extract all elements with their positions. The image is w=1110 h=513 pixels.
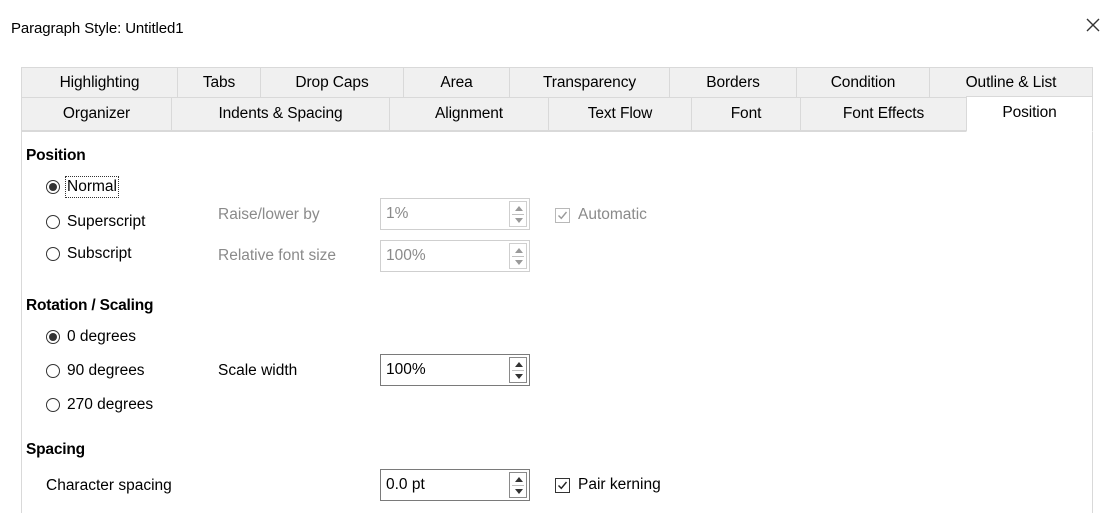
radio-0-degrees-label: 0 degrees <box>67 328 136 345</box>
checkbox-icon <box>555 207 570 223</box>
tab-condition[interactable]: Condition <box>796 67 930 98</box>
tab-alignment[interactable]: Alignment <box>389 97 549 131</box>
radio-icon <box>46 215 60 229</box>
character-spacing-label: Character spacing <box>46 477 172 494</box>
radio-0-degrees[interactable]: 0 degrees <box>46 328 136 346</box>
tab-indents-spacing[interactable]: Indents & Spacing <box>171 97 390 131</box>
radio-icon <box>46 330 60 344</box>
raise-lower-spin[interactable]: 1% <box>380 198 530 230</box>
title-bar: Paragraph Style: Untitled1 <box>0 0 1110 62</box>
relative-font-size-value: 100% <box>386 247 426 264</box>
tab-organizer[interactable]: Organizer <box>21 97 172 131</box>
radio-270-degrees[interactable]: 270 degrees <box>46 396 153 414</box>
character-spacing-value: 0.0 pt <box>386 476 425 493</box>
radio-icon <box>46 364 60 378</box>
relative-font-size-label: Relative font size <box>218 247 337 264</box>
radio-icon <box>46 398 60 412</box>
spin-arrows-icon[interactable] <box>509 243 527 269</box>
tab-tabs[interactable]: Tabs <box>177 67 261 98</box>
tab-panel <box>21 131 1093 513</box>
spin-arrows-icon[interactable] <box>509 472 527 498</box>
raise-lower-label: Raise/lower by <box>218 206 320 223</box>
spacing-heading: Spacing <box>26 441 85 458</box>
tab-text-flow[interactable]: Text Flow <box>548 97 692 131</box>
position-heading: Position <box>26 147 86 164</box>
tab-font[interactable]: Font <box>691 97 801 131</box>
radio-superscript[interactable]: Superscript <box>46 213 145 231</box>
radio-90-degrees[interactable]: 90 degrees <box>46 362 145 380</box>
spin-arrows-icon[interactable] <box>509 201 527 227</box>
automatic-checkbox[interactable]: Automatic <box>555 206 647 224</box>
pair-kerning-checkbox[interactable]: Pair kerning <box>555 476 661 494</box>
radio-subscript[interactable]: Subscript <box>46 245 132 263</box>
scale-width-spin[interactable]: 100% <box>380 354 530 386</box>
radio-subscript-label: Subscript <box>67 245 132 262</box>
spin-arrows-icon[interactable] <box>509 357 527 383</box>
radio-icon <box>46 180 60 194</box>
character-spacing-spin[interactable]: 0.0 pt <box>380 469 530 501</box>
tab-outline-list[interactable]: Outline & List <box>929 67 1093 98</box>
tab-borders[interactable]: Borders <box>669 67 797 98</box>
tab-transparency[interactable]: Transparency <box>509 67 670 98</box>
radio-normal-label: Normal <box>65 176 119 198</box>
tab-font-effects[interactable]: Font Effects <box>800 97 967 131</box>
radio-normal[interactable]: Normal <box>46 176 119 198</box>
scale-width-value: 100% <box>386 361 426 378</box>
tab-position[interactable]: Position <box>966 96 1093 132</box>
tab-highlighting[interactable]: Highlighting <box>21 67 178 98</box>
relative-font-size-spin[interactable]: 100% <box>380 240 530 272</box>
tab-area[interactable]: Area <box>403 67 510 98</box>
close-icon[interactable] <box>1082 14 1104 36</box>
raise-lower-value: 1% <box>386 205 409 222</box>
radio-superscript-label: Superscript <box>67 213 146 230</box>
scale-width-label: Scale width <box>218 362 298 379</box>
radio-icon <box>46 247 60 261</box>
automatic-label: Automatic <box>578 206 647 223</box>
radio-270-degrees-label: 270 degrees <box>67 396 154 413</box>
rotation-heading: Rotation / Scaling <box>26 297 154 314</box>
window-title: Paragraph Style: Untitled1 <box>11 20 184 37</box>
pair-kerning-label: Pair kerning <box>578 476 661 493</box>
checkbox-icon <box>555 477 570 493</box>
tab-drop-caps[interactable]: Drop Caps <box>260 67 404 98</box>
radio-90-degrees-label: 90 degrees <box>67 362 145 379</box>
